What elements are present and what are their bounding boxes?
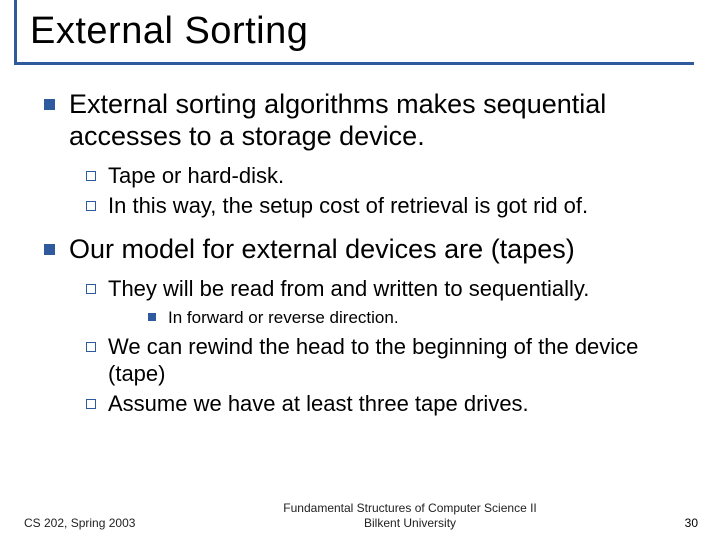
bullet-lvl2: They will be read from and written to se…: [108, 276, 589, 303]
bullet-lvl2: We can rewind the head to the beginning …: [108, 334, 696, 388]
bullet-open-square-icon: [86, 399, 96, 409]
bullet-lvl2: Tape or hard-disk.: [108, 163, 284, 190]
footer-center: Fundamental Structures of Computer Scien…: [135, 501, 684, 530]
bullet-lvl1: Our model for external devices are (tape…: [69, 234, 575, 266]
bullet-open-square-icon: [86, 171, 96, 181]
footer-center-line1: Fundamental Structures of Computer Scien…: [135, 501, 684, 515]
bullet-open-square-icon: [86, 284, 96, 294]
bullet-open-square-icon: [86, 342, 96, 352]
bullet-square-icon: [148, 313, 156, 321]
bullet-square-icon: [44, 99, 55, 110]
bullet-lvl2: Assume we have at least three tape drive…: [108, 391, 529, 418]
slide-footer: CS 202, Spring 2003 Fundamental Structur…: [0, 501, 720, 530]
slide-number: 30: [685, 516, 698, 530]
footer-center-line2: Bilkent University: [135, 516, 684, 530]
slide-body: External sorting algorithms makes sequen…: [0, 57, 720, 418]
slide-title: External Sorting: [30, 10, 700, 53]
bullet-lvl1: External sorting algorithms makes sequen…: [69, 89, 696, 153]
bullet-lvl3: In forward or reverse direction.: [168, 307, 399, 328]
title-rule-horizontal: [14, 62, 694, 65]
bullet-square-icon: [44, 244, 55, 255]
footer-left: CS 202, Spring 2003: [24, 516, 135, 530]
bullet-lvl2: In this way, the setup cost of retrieval…: [108, 193, 588, 220]
bullet-open-square-icon: [86, 201, 96, 211]
title-rule-vertical: [14, 0, 17, 62]
